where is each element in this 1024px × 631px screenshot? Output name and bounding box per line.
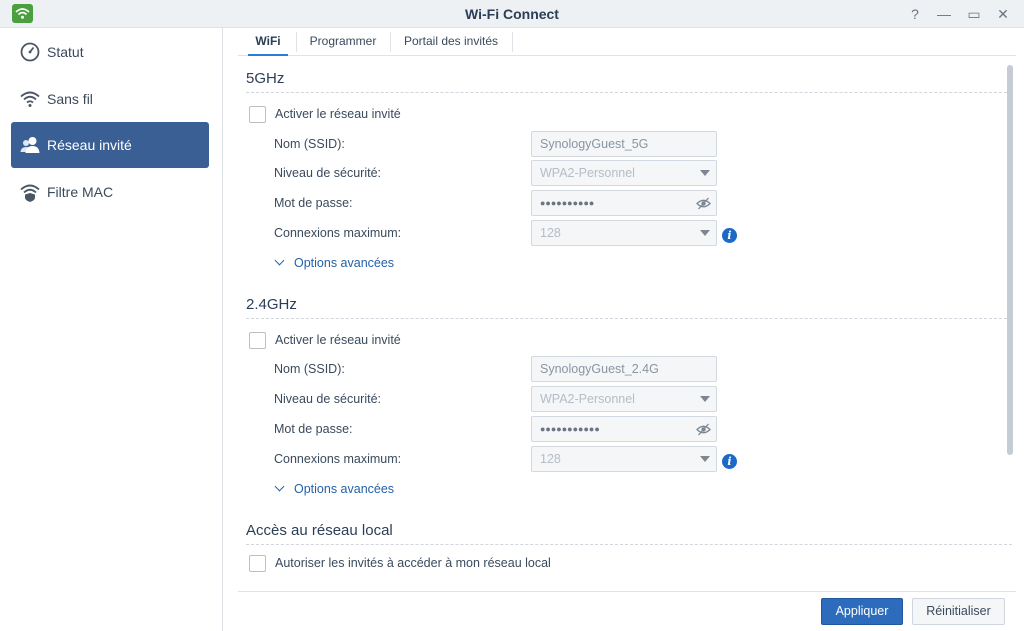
- minimize-icon[interactable]: —: [934, 4, 954, 24]
- close-icon[interactable]: ✕: [993, 4, 1013, 24]
- ssid-5ghz-input[interactable]: SynologyGuest_5G: [531, 131, 717, 157]
- select-value: WPA2-Personnel: [540, 166, 635, 180]
- password-5ghz-input[interactable]: ●●●●●●●●●●: [531, 190, 717, 216]
- gauge-icon: [19, 41, 41, 63]
- section-title-local-access: Accès au réseau local: [246, 522, 393, 539]
- security-2-4ghz-select[interactable]: WPA2-Personnel: [531, 386, 717, 412]
- sidebar-item-filtre-mac[interactable]: Filtre MAC: [11, 169, 209, 215]
- info-icon[interactable]: i: [722, 228, 737, 243]
- select-value: 128: [540, 226, 561, 240]
- guest-network-form: 5GHz Activer le réseau invité Nom (SSID)…: [238, 57, 1016, 591]
- sidebar: Statut Sans fil Réseau invité Filtre MAC: [0, 28, 223, 631]
- advanced-options-2-4ghz-link[interactable]: Options avancées: [274, 481, 395, 496]
- section-title-5ghz: 5GHz: [246, 70, 285, 87]
- allow-local-access-checkbox[interactable]: [249, 555, 266, 572]
- password-value: ●●●●●●●●●●: [540, 198, 595, 208]
- apply-button[interactable]: Appliquer: [821, 598, 903, 625]
- tab-wifi[interactable]: WiFi: [248, 28, 288, 56]
- password-label: Mot de passe:: [274, 196, 353, 210]
- allow-local-access-label: Autoriser les invités à accéder à mon ré…: [275, 556, 551, 570]
- enable-guest-5ghz-checkbox[interactable]: [249, 106, 266, 123]
- maximize-icon[interactable]: ▭: [964, 4, 984, 24]
- password-value: ●●●●●●●●●●●: [540, 424, 600, 434]
- max-connections-5ghz-select[interactable]: 128: [531, 220, 717, 246]
- ssid-2-4ghz-input[interactable]: SynologyGuest_2.4G: [531, 356, 717, 382]
- guest-users-icon: [19, 134, 41, 156]
- advanced-options-label: Options avancées: [294, 482, 395, 496]
- ssid-label: Nom (SSID):: [274, 362, 345, 376]
- divider: [246, 544, 1012, 545]
- divider: [246, 318, 1012, 319]
- hide-password-icon[interactable]: [696, 196, 711, 211]
- title-bar: Wi-Fi Connect ? — ▭ ✕: [0, 0, 1024, 28]
- sidebar-item-statut[interactable]: Statut: [11, 29, 209, 75]
- tab-bar: WiFi Programmer Portail des invités: [238, 28, 1016, 56]
- chevron-down-icon: [700, 396, 710, 402]
- chevron-down-icon: [274, 481, 285, 492]
- tab-divider: [512, 32, 513, 52]
- max-connections-label: Connexions maximum:: [274, 452, 402, 466]
- enable-guest-5ghz-label: Activer le réseau invité: [275, 107, 401, 121]
- security-label: Niveau de sécurité:: [274, 166, 382, 180]
- window-title: Wi-Fi Connect: [465, 6, 559, 22]
- wifi-icon: [19, 88, 41, 110]
- enable-guest-2-4ghz-label: Activer le réseau invité: [275, 333, 401, 347]
- password-label: Mot de passe:: [274, 422, 353, 436]
- vertical-scrollbar[interactable]: [1007, 65, 1013, 455]
- wifi-shield-icon: [19, 181, 41, 203]
- password-2-4ghz-input[interactable]: ●●●●●●●●●●●: [531, 416, 717, 442]
- sidebar-item-label: Réseau invité: [47, 137, 132, 153]
- advanced-options-label: Options avancées: [294, 256, 395, 270]
- tab-divider: [390, 32, 391, 52]
- enable-guest-2-4ghz-checkbox[interactable]: [249, 332, 266, 349]
- hide-password-icon[interactable]: [696, 422, 711, 437]
- security-5ghz-select[interactable]: WPA2-Personnel: [531, 160, 717, 186]
- max-connections-label: Connexions maximum:: [274, 226, 402, 240]
- sidebar-item-reseau-invite[interactable]: Réseau invité: [11, 122, 209, 168]
- select-value: 128: [540, 452, 561, 466]
- chevron-down-icon: [700, 456, 710, 462]
- sidebar-item-label: Statut: [47, 44, 84, 60]
- sidebar-item-sans-fil[interactable]: Sans fil: [11, 76, 209, 122]
- security-label: Niveau de sécurité:: [274, 392, 382, 406]
- sidebar-item-label: Sans fil: [47, 91, 93, 107]
- chevron-down-icon: [274, 255, 285, 266]
- sidebar-item-label: Filtre MAC: [47, 184, 114, 200]
- tab-programmer[interactable]: Programmer: [301, 28, 385, 56]
- advanced-options-5ghz-link[interactable]: Options avancées: [274, 255, 395, 270]
- chevron-down-icon: [700, 230, 710, 236]
- select-value: WPA2-Personnel: [540, 392, 635, 406]
- max-connections-2-4ghz-select[interactable]: 128: [531, 446, 717, 472]
- info-icon[interactable]: i: [722, 454, 737, 469]
- tab-divider: [296, 32, 297, 52]
- section-title-2-4ghz: 2.4GHz: [246, 296, 297, 313]
- help-icon[interactable]: ?: [905, 4, 925, 24]
- chevron-down-icon: [700, 170, 710, 176]
- divider: [246, 92, 1012, 93]
- ssid-label: Nom (SSID):: [274, 137, 345, 151]
- tab-portail-des-invites[interactable]: Portail des invités: [395, 28, 507, 56]
- reset-button[interactable]: Réinitialiser: [912, 598, 1005, 625]
